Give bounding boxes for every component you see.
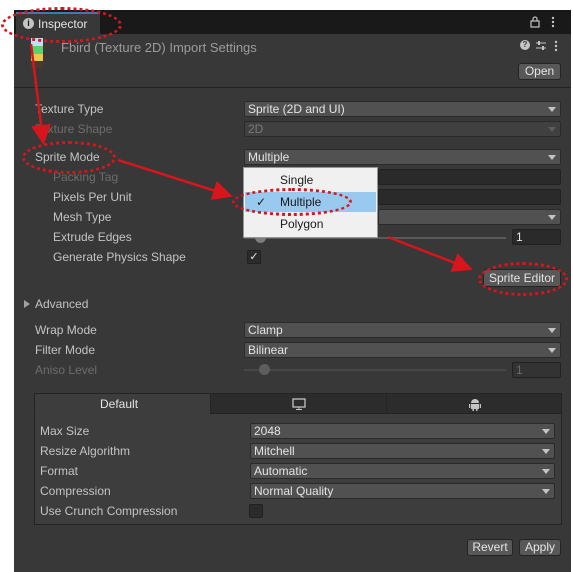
annotation-arrow-multiple-to-editor	[387, 235, 473, 272]
annotation-arrows	[29, 43, 473, 272]
annotation-arrow-tab-to-mode	[29, 43, 52, 145]
annotation-arrow-mode-to-multiple	[117, 158, 233, 200]
